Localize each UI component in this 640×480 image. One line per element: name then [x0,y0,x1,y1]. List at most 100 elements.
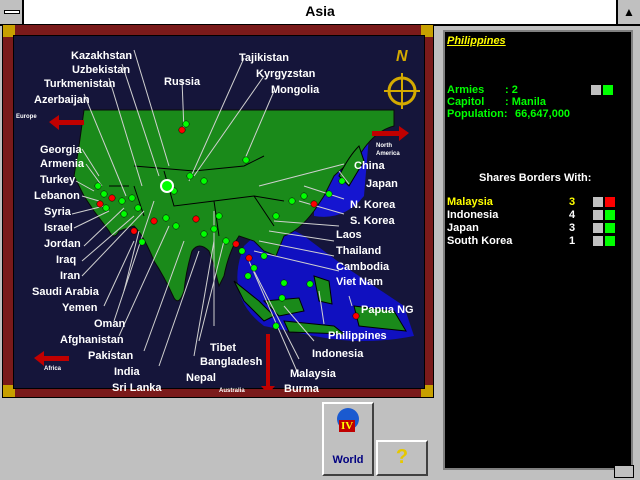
army-marker[interactable] [310,200,318,208]
country-label[interactable]: Malaysia [290,368,336,380]
country-label[interactable]: Lebanon [34,190,80,202]
owner-swatch [605,197,615,207]
country-label[interactable]: Burma [284,383,319,395]
country-label[interactable]: Oman [94,318,125,330]
country-label[interactable]: Indonesia [312,348,363,360]
country-label[interactable]: Bangladesh [200,356,262,368]
army-marker[interactable] [215,212,223,220]
country-label[interactable]: Kyrgyzstan [256,68,315,80]
border-country-name[interactable]: Indonesia [447,209,498,221]
country-label[interactable]: Turkmenistan [44,78,115,90]
maximize-button[interactable]: ▲ [616,0,640,24]
army-marker[interactable] [100,190,108,198]
country-label[interactable]: Kazakhstan [71,50,132,62]
country-label[interactable]: Sri Lanka [112,382,162,394]
army-marker[interactable] [118,197,126,205]
army-marker[interactable] [182,120,190,128]
country-label[interactable]: Cambodia [336,261,389,273]
country-label[interactable]: Georgia [40,144,82,156]
army-marker[interactable] [128,194,136,202]
country-label[interactable]: Yemen [62,302,97,314]
country-label[interactable]: Philippines [328,330,387,342]
army-marker[interactable] [244,272,252,280]
country-label[interactable]: Russia [164,76,200,88]
army-marker[interactable] [102,204,110,212]
border-country-armies: 4 [569,209,576,221]
country-label[interactable]: Pakistan [88,350,133,362]
asia-map[interactable]: N Europe North America Africa Australia … [13,35,425,395]
country-label[interactable]: Tibet [210,342,236,354]
army-marker[interactable] [245,254,253,262]
army-marker[interactable] [172,222,180,230]
country-label[interactable]: Thailand [336,245,381,257]
country-label[interactable]: Nepal [186,372,216,384]
country-label[interactable]: Laos [336,229,362,241]
country-label[interactable]: Iran [60,270,80,282]
country-label[interactable]: S. Korea [350,215,395,227]
army-marker[interactable] [186,172,194,180]
army-marker[interactable] [120,210,128,218]
country-label[interactable]: Japan [366,178,398,190]
world-button[interactable]: IV World [322,402,374,476]
army-marker[interactable] [150,217,158,225]
army-marker[interactable] [325,190,333,198]
army-marker[interactable] [108,194,116,202]
country-label[interactable]: Syria [44,206,71,218]
army-marker[interactable] [272,212,280,220]
arrow-europe-icon[interactable] [49,115,84,130]
arrow-africa-icon[interactable] [34,351,69,366]
country-label[interactable]: Israel [44,222,73,234]
army-marker[interactable] [272,322,280,330]
help-button[interactable]: ? [376,440,428,476]
army-marker[interactable] [178,126,186,134]
country-label[interactable]: Jordan [44,238,81,250]
army-marker[interactable] [130,227,138,235]
army-marker[interactable] [242,156,250,164]
border-country-armies: 3 [569,196,576,208]
country-label[interactable]: Uzbekistan [72,64,130,76]
army-marker[interactable] [288,197,296,205]
country-label[interactable]: Iraq [56,254,76,266]
army-marker[interactable] [352,312,360,320]
country-label[interactable]: Papua NG [361,304,414,316]
army-marker[interactable] [238,247,246,255]
border-country-name[interactable]: Malaysia [447,196,493,208]
army-marker[interactable] [162,214,170,222]
panel-scrollbar[interactable] [614,465,634,478]
army-marker[interactable] [96,200,104,208]
country-label[interactable]: Azerbaijan [34,94,90,106]
border-country-armies: 1 [569,235,576,247]
country-label[interactable]: Armenia [40,158,84,170]
country-label[interactable]: Mongolia [271,84,319,96]
country-label[interactable]: Turkey [40,174,75,186]
army-marker[interactable] [306,280,314,288]
army-marker[interactable] [200,230,208,238]
country-label[interactable]: China [354,160,385,172]
world-button-label: World [332,454,364,466]
compass-rose-icon [384,73,420,109]
army-marker[interactable] [250,264,258,272]
army-marker[interactable] [138,238,146,246]
selected-marker[interactable] [160,179,174,193]
country-label[interactable]: Afghanistan [60,334,124,346]
army-marker[interactable] [280,279,288,287]
army-marker[interactable] [134,204,142,212]
army-marker[interactable] [300,192,308,200]
country-label[interactable]: Tajikistan [239,52,289,64]
army-marker[interactable] [222,237,230,245]
army-marker[interactable] [200,177,208,185]
army-marker[interactable] [210,225,218,233]
army-marker[interactable] [232,240,240,248]
army-marker[interactable] [192,215,200,223]
country-label[interactable]: N. Korea [350,199,395,211]
arrow-australia-icon[interactable] [261,334,275,390]
army-marker[interactable] [278,294,286,302]
country-label[interactable]: Viet Nam [336,276,383,288]
army-marker[interactable] [338,177,346,185]
border-country-name[interactable]: Japan [447,222,479,234]
country-label[interactable]: India [114,366,140,378]
army-marker[interactable] [94,182,102,190]
border-country-name[interactable]: South Korea [447,235,512,247]
country-label[interactable]: Saudi Arabia [32,286,99,298]
army-marker[interactable] [260,252,268,260]
